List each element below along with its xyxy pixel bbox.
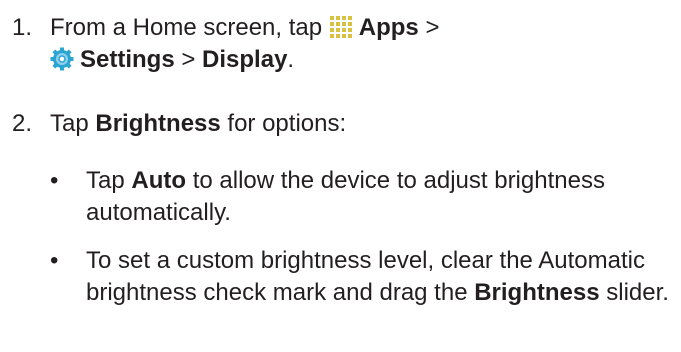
apps-grid-icon [329,15,353,39]
brightness-label: Brightness [95,110,221,137]
bullet-custom: • To set a custom brightness level, clea… [50,245,675,309]
step-number: 1. [12,14,33,41]
display-label: Display [202,46,288,73]
brightness-slider-label: Brightness [474,279,600,306]
settings-gear-icon [50,47,74,71]
bullet-custom-text: To set a custom brightness level, clear … [86,245,675,309]
bullet-text-2: slider. [606,279,669,306]
instructions-document: 1. From a Home screen, tap Apps > Settin… [0,0,681,352]
step-1: 1. From a Home screen, tap Apps > Settin… [12,12,672,76]
bullet-marker: • [50,247,59,274]
step-2-body: Tap Brightness for options: [50,108,672,140]
settings-label: Settings [80,46,175,73]
bullet-auto: • Tap Auto to allow the device to adjust… [50,165,675,229]
step-2-text-2: for options: [227,110,347,137]
step-2-text: Tap [50,110,89,137]
auto-label: Auto [131,167,187,194]
step-1-separator-2: > [181,46,196,73]
step-1-period: . [287,46,295,73]
step-1-body: From a Home screen, tap Apps > Settings … [50,12,672,76]
bullet-text: Tap [86,167,125,194]
bullet-marker: • [50,167,59,194]
step-1-separator: > [425,14,440,41]
step-1-text: From a Home screen, tap [50,14,323,41]
bullet-auto-text: Tap Auto to allow the device to adjust b… [86,165,606,229]
step-2: 2. Tap Brightness for options: [12,108,672,140]
apps-label: Apps [358,14,419,41]
step-number: 2. [12,110,33,137]
